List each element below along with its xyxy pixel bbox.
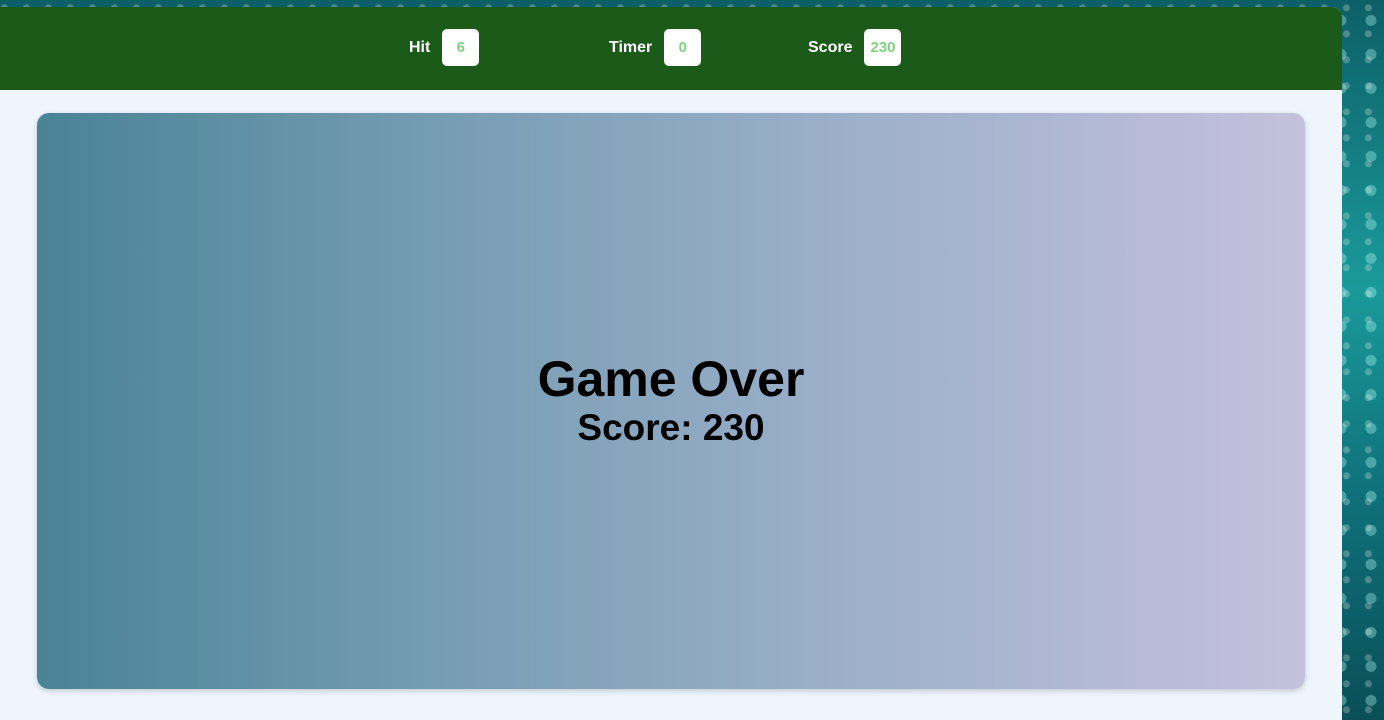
timer-value: 0	[664, 29, 702, 66]
game-panel: Hit 6 Timer 0 Score 230 Game Over Score:…	[0, 7, 1342, 720]
game-board[interactable]: Game Over Score: 230	[37, 113, 1305, 689]
hit-label: Hit	[409, 38, 431, 56]
score-stat: Score 230	[808, 29, 902, 66]
hud-bar: Hit 6 Timer 0 Score 230	[0, 7, 1342, 90]
score-value: 230	[864, 29, 902, 66]
game-over-title: Game Over	[537, 351, 805, 407]
timer-label: Timer	[609, 38, 653, 56]
timer-stat: Timer 0	[609, 29, 702, 66]
final-score-text: Score: 230	[577, 407, 765, 448]
score-label: Score	[808, 38, 853, 56]
hit-value: 6	[442, 29, 480, 66]
hit-stat: Hit 6	[409, 29, 480, 66]
